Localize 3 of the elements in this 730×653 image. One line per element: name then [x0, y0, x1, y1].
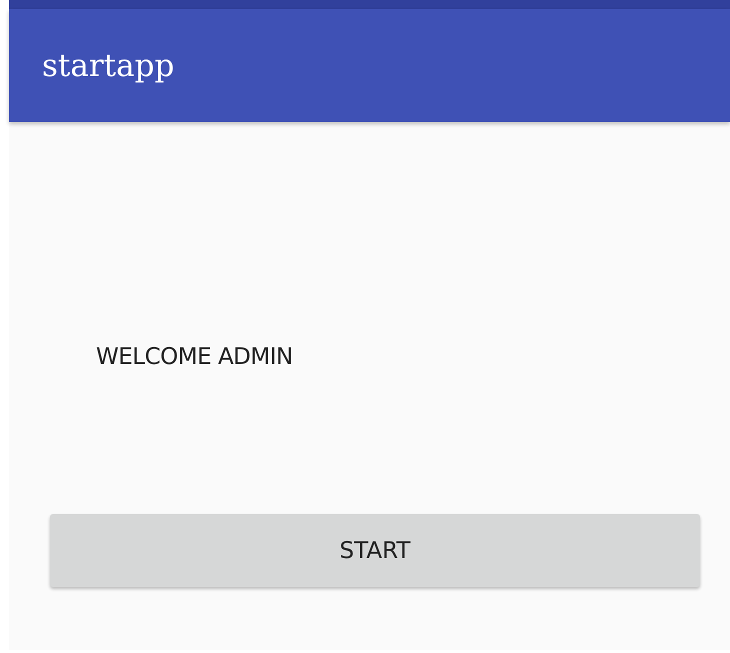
app-title: startapp	[42, 48, 174, 84]
welcome-text: WELCOME ADMIN	[96, 344, 293, 370]
start-button[interactable]: START	[50, 514, 700, 587]
